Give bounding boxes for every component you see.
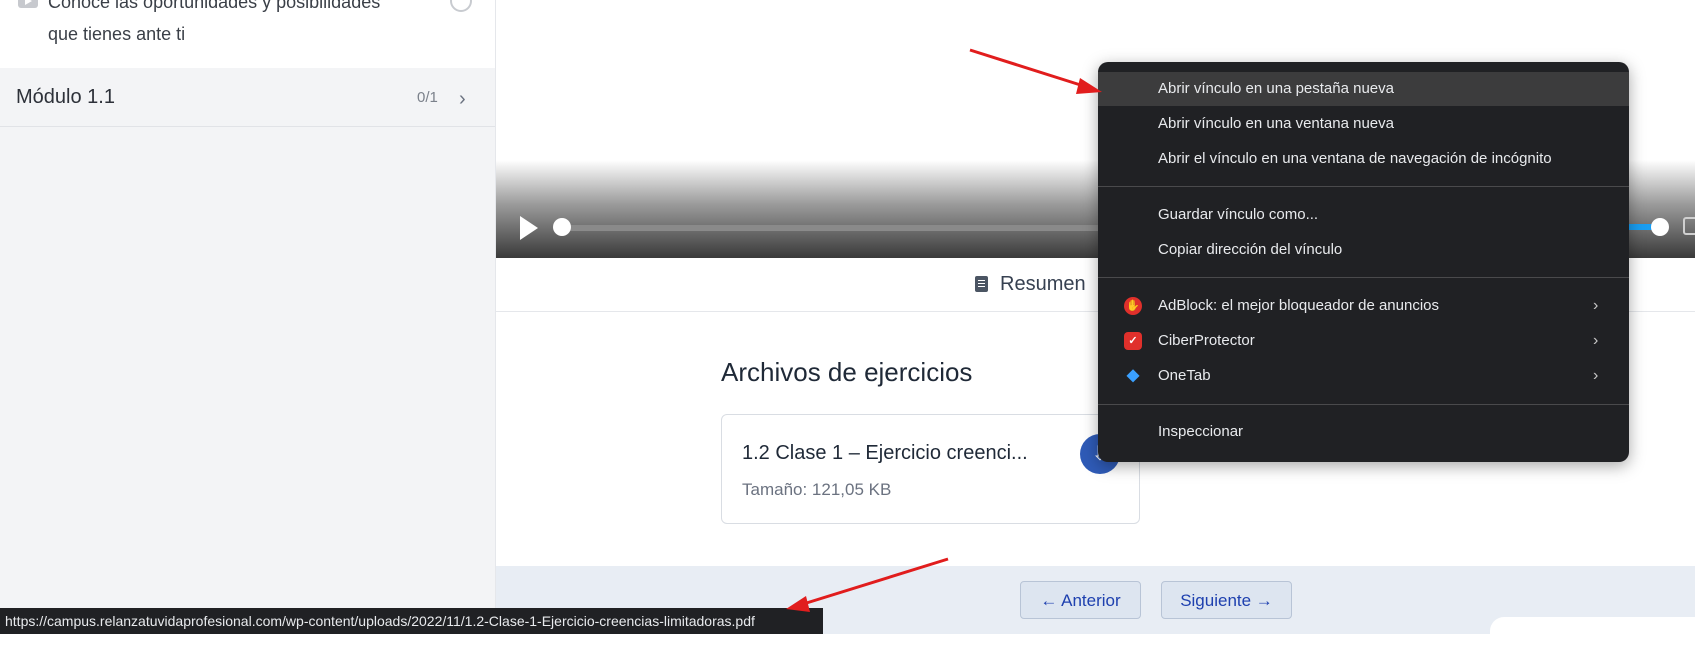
menu-item-label: Abrir vínculo en una ventana nueva xyxy=(1158,115,1394,132)
menu-item-label: Abrir vínculo en una pestaña nueva xyxy=(1158,80,1394,97)
adblock-icon: ✋ xyxy=(1124,297,1142,315)
menu-item-open-incognito[interactable]: Abrir el vínculo en una ventana de naveg… xyxy=(1098,142,1629,176)
progress-handle[interactable] xyxy=(553,218,571,236)
link-status-bar: https://campus.relanzatuvidaprofesional.… xyxy=(0,608,823,634)
section-heading: Archivos de ejercicios xyxy=(721,357,973,387)
sidebar: Conoce las oportunidades y posibilidades… xyxy=(0,0,496,634)
play-icon[interactable] xyxy=(520,216,538,240)
menu-item-onetab[interactable]: ◆ OneTab › xyxy=(1098,359,1629,393)
module-progress-count: 0/1 xyxy=(417,89,438,106)
lesson-item[interactable]: Conoce las oportunidades y posibilidades… xyxy=(0,0,495,68)
volume-handle[interactable] xyxy=(1651,218,1669,236)
menu-item-adblock[interactable]: ✋ AdBlock: el mejor bloqueador de anunci… xyxy=(1098,289,1629,323)
menu-item-label: Abrir el vínculo en una ventana de naveg… xyxy=(1158,150,1552,167)
onetab-icon: ◆ xyxy=(1126,367,1140,384)
lesson-title: Conoce las oportunidades y posibilidades… xyxy=(48,0,381,44)
fullscreen-icon[interactable] xyxy=(1683,217,1695,235)
menu-item-label: Copiar dirección del vínculo xyxy=(1158,241,1343,258)
next-button[interactable]: Siguiente → xyxy=(1161,581,1292,619)
context-menu: Abrir vínculo en una pestaña nueva Abrir… xyxy=(1098,62,1629,462)
menu-item-label: Guardar vínculo como... xyxy=(1158,206,1319,223)
chevron-right-icon[interactable]: › xyxy=(459,88,466,111)
menu-item-ciberprotector[interactable]: ✓ CiberProtector › xyxy=(1098,324,1629,358)
floating-panel xyxy=(1490,617,1695,647)
menu-item-label: OneTab xyxy=(1158,367,1211,384)
menu-item-open-new-tab[interactable]: Abrir vínculo en una pestaña nueva xyxy=(1098,72,1629,106)
ciberprotector-icon: ✓ xyxy=(1124,332,1142,350)
previous-button[interactable]: ← Anterior xyxy=(1020,581,1141,619)
module-row[interactable]: Módulo 1.1 0/1 › xyxy=(0,68,495,127)
menu-item-label: AdBlock: el mejor bloqueador de anuncios xyxy=(1158,297,1440,314)
menu-item-inspect[interactable]: Inspeccionar xyxy=(1098,415,1629,449)
lesson-status-circle-icon[interactable] xyxy=(450,0,472,12)
file-name[interactable]: 1.2 Clase 1 – Ejercicio creenci... xyxy=(742,442,1028,465)
menu-item-save-link[interactable]: Guardar vínculo como... xyxy=(1098,198,1629,232)
module-title: Módulo 1.1 xyxy=(16,86,115,108)
menu-divider xyxy=(1098,186,1629,187)
tab-summary[interactable]: Resumen xyxy=(975,273,1086,296)
file-card[interactable]: 1.2 Clase 1 – Ejercicio creenci... Tamañ… xyxy=(721,414,1140,524)
chevron-right-icon: › xyxy=(1593,297,1599,314)
menu-divider xyxy=(1098,277,1629,278)
document-icon xyxy=(975,276,988,292)
menu-item-label: Inspeccionar xyxy=(1158,423,1244,440)
menu-divider xyxy=(1098,404,1629,405)
menu-item-open-new-window[interactable]: Abrir vínculo en una ventana nueva xyxy=(1098,107,1629,141)
chevron-right-icon: › xyxy=(1593,332,1599,349)
chevron-right-icon: › xyxy=(1593,367,1599,384)
tab-summary-label: Resumen xyxy=(1000,273,1086,295)
file-size: Tamaño: 121,05 KB xyxy=(742,480,892,499)
menu-item-label: CiberProtector xyxy=(1158,332,1255,349)
video-lesson-icon xyxy=(18,0,38,8)
menu-item-copy-link[interactable]: Copiar dirección del vínculo xyxy=(1098,233,1629,267)
